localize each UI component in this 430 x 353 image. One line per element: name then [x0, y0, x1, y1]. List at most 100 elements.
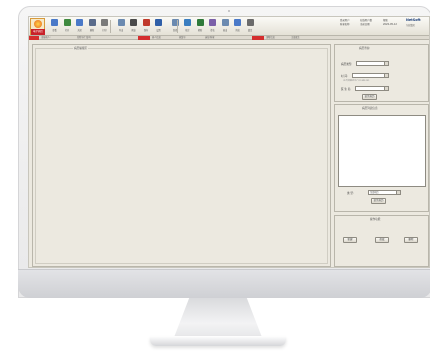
- toolbar-tool-icon: [88, 19, 96, 26]
- toolbar-button-label: 打印: [102, 29, 107, 32]
- new-record-button[interactable]: 新建: [343, 237, 357, 243]
- strip-marker-3: [252, 36, 264, 40]
- calendar-icon: [384, 74, 388, 77]
- toolbar-button[interactable]: 消息: [232, 19, 243, 34]
- toolbar-tool-icon: [51, 19, 58, 26]
- delete-record-button[interactable]: 删除: [404, 237, 418, 243]
- toolbar-button-label: 签名: [210, 29, 215, 32]
- toolbar-button-label: 消息: [235, 29, 240, 32]
- monitor-stand: [173, 298, 263, 340]
- toolbar-button[interactable]: 锁定: [245, 19, 256, 34]
- camera-dot: [228, 10, 230, 12]
- toolbar-button[interactable]: 签名: [207, 19, 218, 34]
- toolbar-separator: [110, 20, 111, 33]
- strip-item: 当前病人:: [41, 36, 51, 39]
- toolbar-tool-icon: [117, 19, 125, 26]
- toolbar-button-label: 刷新: [89, 29, 95, 32]
- status-left: 登录用户 科室名称: [340, 19, 350, 27]
- status-mid: 在线用户数 当前日期: [360, 19, 372, 27]
- chevron-down-icon: [384, 62, 388, 65]
- toolbar-button-label: 导出: [118, 29, 124, 32]
- app-logo: 电子病历: [30, 18, 45, 35]
- doctor-input[interactable]: [355, 86, 389, 91]
- toolbar-button[interactable]: 导出: [116, 19, 127, 34]
- status-mid-date: 当前日期: [360, 23, 370, 26]
- logo-text: 电子病历: [31, 29, 45, 35]
- toolbar-tool-icon: [63, 19, 71, 26]
- filter-value: 全部病历: [370, 191, 379, 194]
- actions-panel: 操作功能 新建 修改 删除: [334, 215, 429, 267]
- logo-emblem-icon: [34, 20, 42, 28]
- strip-item: 住院号/门诊号: [77, 36, 91, 39]
- monitor-chin: [18, 269, 430, 298]
- toolbar-tool-icon: [130, 19, 137, 26]
- strip-item: 病人信息: [152, 36, 161, 39]
- date-format-hint: 注:时间格式为YYYY-MM-DD: [343, 80, 370, 82]
- patient-info-strip: 当前病人: 住院号/门诊号 病人信息 病案号 床位/科室 诊断信息 主治医生: [29, 36, 429, 40]
- brand-subtitle: 东软集团: [406, 24, 415, 27]
- record-type-select[interactable]: [356, 61, 389, 66]
- app-screen: 电子病历 查看 打开 关闭 刷新 打印 导出 预览 保存 设置 查找 统计 帮助 签名 退出 消息 锁定 登录…: [28, 16, 430, 268]
- edit-record-button[interactable]: 修改: [375, 237, 389, 243]
- toolbar-button[interactable]: 关闭: [74, 19, 85, 34]
- record-list-panel: 病历列表信息 类 型: 全部病历 显示病历: [334, 104, 429, 212]
- doctor-label: 医 生 名:: [341, 88, 352, 91]
- filter-select[interactable]: 全部病历: [368, 190, 401, 195]
- strip-item: 诊断信息: [266, 36, 275, 39]
- strip-item: 床位/科室: [205, 36, 215, 39]
- toolbar-tool-icon: [76, 19, 83, 26]
- toolbar-button-label: 帮助: [197, 29, 203, 32]
- status-right: 帮助 2020-05-12: [383, 19, 397, 27]
- toolbar-button-label: 查看: [52, 29, 57, 32]
- toolbar-tool-icon: [209, 19, 216, 26]
- toolbar-tool-icon: [142, 19, 150, 26]
- toolbar-tool-icon: [155, 19, 162, 26]
- toolbar-button[interactable]: 退出: [220, 19, 231, 34]
- current-date: 2020-05-12: [383, 23, 397, 26]
- query-button[interactable]: 显示病历: [362, 94, 377, 100]
- toolbar-button[interactable]: 查找: [170, 19, 181, 34]
- toolbar-button-label: 锁定: [247, 29, 253, 32]
- toolbar-button-label: 退出: [222, 29, 228, 32]
- toolbar-button-label: 统计: [185, 29, 190, 32]
- toolbar-button[interactable]: 打印: [99, 19, 110, 34]
- toolbar-button-label: 预览: [131, 29, 136, 32]
- record-query-panel: 病历查询 病历类型: 时 间: 注:时间格式为YYYY-MM-DD 医 生 名:…: [334, 44, 429, 102]
- record-query-title: 病历查询: [358, 46, 371, 50]
- record-list[interactable]: [338, 115, 426, 187]
- toolbar-button-label: 查找: [172, 29, 178, 32]
- chevron-down-icon: [396, 191, 400, 194]
- toolbar-button[interactable]: 保存: [141, 19, 152, 34]
- toolbar-button-label: 设置: [156, 29, 161, 32]
- brand-logo: NetSoft 东软集团: [406, 18, 429, 35]
- toolbar-tool-icon: [221, 19, 229, 26]
- filter-button[interactable]: 显示病历: [371, 198, 386, 204]
- toolbar-button[interactable]: 帮助: [195, 19, 206, 34]
- strip-marker-1: [29, 36, 39, 40]
- toolbar-button[interactable]: 统计: [182, 19, 193, 34]
- toolbar-tool-icon: [196, 19, 204, 26]
- toolbar-tool-icon: [101, 19, 108, 26]
- toolbar-button-label: 打开: [64, 29, 70, 32]
- monitor-stand-base: [150, 336, 286, 346]
- toolbar-button[interactable]: 预览: [128, 19, 139, 34]
- actions-title: 操作功能: [369, 217, 382, 221]
- toolbar: 电子病历 查看 打开 关闭 刷新 打印 导出 预览 保存 设置 查找 统计 帮助 签名 退出 消息 锁定 登录…: [29, 17, 429, 36]
- date-input[interactable]: [352, 73, 389, 78]
- toolbar-button-label: 关闭: [77, 29, 82, 32]
- date-label: 时 间:: [341, 75, 348, 78]
- toolbar-tool-icon: [246, 19, 254, 26]
- toolbar-button[interactable]: 设置: [153, 19, 164, 34]
- status-left-dept: 科室名称: [340, 23, 350, 26]
- strip-item: 主治医生: [291, 36, 300, 39]
- record-editor-area[interactable]: [35, 48, 328, 264]
- record-editor-panel: 病历编辑区: [32, 44, 331, 267]
- strip-item: 病案号: [179, 36, 186, 39]
- toolbar-tool-icon: [234, 19, 241, 26]
- toolbar-button[interactable]: 查看: [49, 19, 60, 34]
- toolbar-button[interactable]: 刷新: [87, 19, 98, 34]
- toolbar-separator: [177, 20, 178, 33]
- filter-label: 类 型:: [347, 192, 354, 195]
- toolbar-button[interactable]: 打开: [62, 19, 73, 34]
- record-type-label: 病历类型:: [341, 63, 353, 66]
